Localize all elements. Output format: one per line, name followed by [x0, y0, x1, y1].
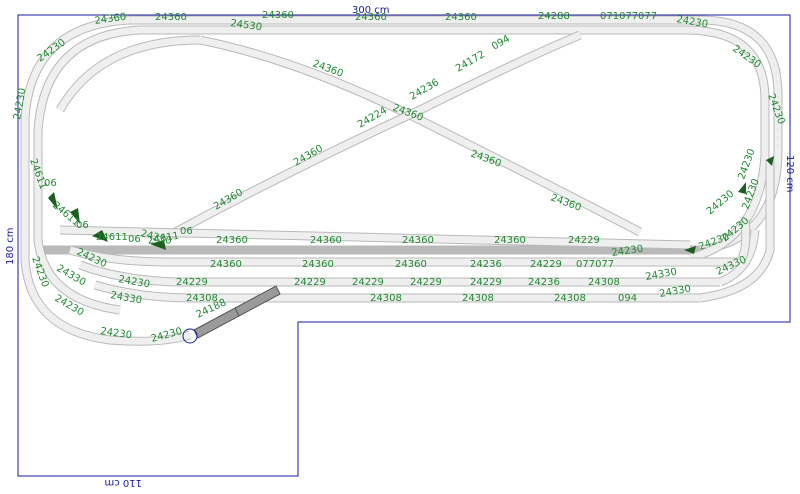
track-label: 24236 [528, 277, 560, 288]
track-label: 24308 [370, 293, 402, 304]
track-label: 24360 [402, 235, 434, 246]
track-label: 24229 [470, 277, 502, 288]
track-label: 24229 [294, 277, 326, 288]
track-label: 24288 [538, 11, 570, 22]
track-label: 24360 [262, 10, 294, 21]
track-label: 24360 [210, 259, 242, 270]
dimension-right: 120 cm [784, 155, 795, 193]
track-label: 24611 [96, 232, 128, 243]
figure-eight-track [56, 30, 643, 239]
track-label: 094 [618, 293, 637, 304]
track-label: 24172 [454, 49, 487, 74]
track-label: 24230 [705, 188, 736, 217]
track-label: 24360 [395, 259, 427, 270]
turnout-icon [738, 182, 746, 194]
track-label: 06 [76, 220, 89, 231]
track-label: 24360 [302, 259, 334, 270]
track-label: 077 [638, 11, 657, 22]
track-label: 24229 [410, 277, 442, 288]
track-label: 24229 [530, 259, 562, 270]
track-label: 24360 [494, 235, 526, 246]
track-label: 077077 [576, 259, 614, 270]
track-label: 06 [180, 226, 193, 237]
track-label: 24308 [588, 277, 620, 288]
track-labels: 24360 24360 24360 24360 24360 24288 0710… [12, 10, 786, 345]
track-label: 06 [44, 178, 57, 189]
track-label: 06 [128, 234, 141, 245]
track-label: 24360 [155, 12, 187, 23]
track-label: 24229 [176, 277, 208, 288]
dimension-left: 180 cm [5, 227, 16, 265]
track-label: 24308 [554, 293, 586, 304]
dimension-bottom: 110 cm [104, 477, 142, 488]
track-label: 24236 [470, 259, 502, 270]
track-label: 24308 [462, 293, 494, 304]
track-label: 24229 [568, 235, 600, 246]
track-label: 24360 [216, 235, 248, 246]
track-label: 24229 [352, 277, 384, 288]
track-label: 071077 [600, 11, 638, 22]
track-label: 24360 [310, 235, 342, 246]
track-label: 24360 [355, 12, 387, 23]
track-plan: 300 cm 120 cm 180 cm 110 cm 24360 24360 … [5, 5, 795, 488]
track-label: 24360 [445, 12, 477, 23]
track-label: 24230 [736, 147, 757, 181]
track-label: 094 [490, 34, 512, 53]
